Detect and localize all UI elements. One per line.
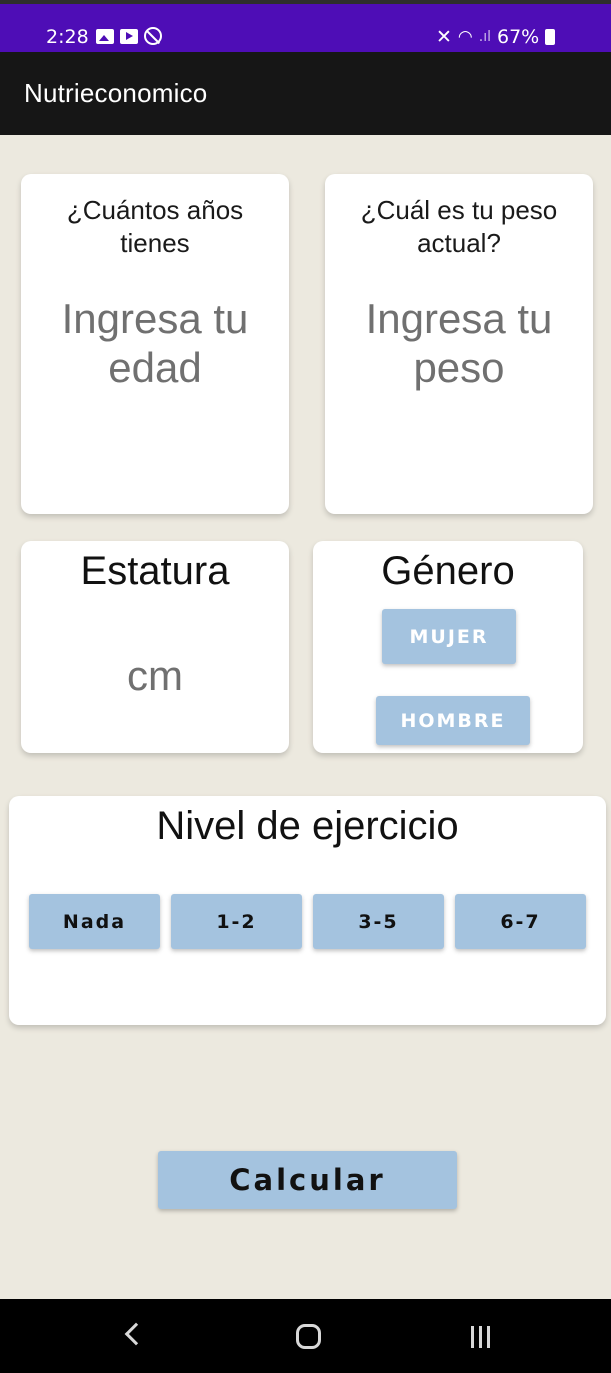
exercise-card: Nivel de ejercicio Nada 1-2 3-5 6-7: [9, 796, 606, 1025]
recent-apps-icon[interactable]: [471, 1326, 493, 1348]
battery-icon: [545, 29, 556, 45]
youtube-icon: [120, 28, 138, 44]
mute-icon: ✕: [436, 26, 452, 48]
calculate-button[interactable]: Calcular: [158, 1151, 457, 1209]
height-input[interactable]: cm: [21, 651, 289, 700]
do-not-disturb-icon: [144, 27, 162, 45]
weight-input[interactable]: Ingresa tu peso: [325, 294, 593, 392]
back-icon[interactable]: [124, 1322, 148, 1346]
navigation-bar: [0, 1299, 611, 1373]
female-button[interactable]: MUJER: [382, 609, 516, 664]
height-card: Estatura cm: [21, 541, 289, 753]
gallery-icon: [96, 28, 114, 44]
signal-icon: .ıl: [478, 29, 491, 45]
app-bar: Nutrieconomico: [0, 52, 611, 135]
app-title: Nutrieconomico: [24, 78, 208, 108]
status-system-icons: ✕ ◠ .ıl 67%: [436, 26, 556, 48]
home-icon[interactable]: [296, 1324, 321, 1349]
male-button[interactable]: HOMBRE: [376, 696, 530, 745]
exercise-title: Nivel de ejercicio: [156, 804, 459, 848]
height-title: Estatura: [80, 549, 230, 593]
battery-percent: 67%: [497, 26, 540, 48]
age-question: ¿Cuántos años tienes: [66, 195, 244, 258]
weight-card: ¿Cuál es tu peso actual? Ingresa tu peso: [325, 174, 593, 514]
weight-question: ¿Cuál es tu peso actual?: [360, 195, 558, 258]
exercise-6-7-button[interactable]: 6-7: [455, 894, 586, 949]
wifi-icon: ◠: [457, 27, 473, 47]
gender-card: Género MUJER HOMBRE: [313, 541, 583, 753]
exercise-3-5-button[interactable]: 3-5: [313, 894, 444, 949]
status-notification-icons: [96, 27, 162, 45]
exercise-1-2-button[interactable]: 1-2: [171, 894, 302, 949]
status-time: 2:28: [46, 26, 89, 48]
status-bar: 2:28 ✕ ◠ .ıl 67%: [0, 0, 611, 52]
gender-title: Género: [381, 549, 515, 593]
exercise-none-button[interactable]: Nada: [29, 894, 160, 949]
age-card: ¿Cuántos años tienes Ingresa tu edad: [21, 174, 289, 514]
age-input[interactable]: Ingresa tu edad: [21, 294, 289, 392]
